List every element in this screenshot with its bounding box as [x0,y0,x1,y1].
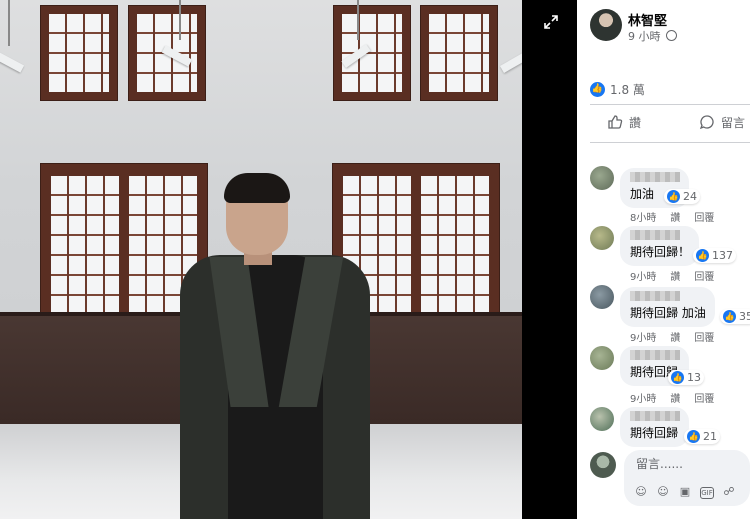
photo-viewer [0,0,577,519]
comment-bubble: 期待回歸 加油 [620,287,715,327]
photo-lamp-wire [8,0,10,46]
comment-time[interactable]: 9小時 [630,390,656,405]
comment-like-count: 137 [712,249,733,262]
comment-item: 期待回歸 加油 👍 35 9小時 讚 回覆 [590,285,750,345]
like-thumb-icon: 👍 [590,81,605,97]
comment-time[interactable]: 9小時 [630,329,656,344]
photo-window [41,6,117,100]
comment-actions: 8小時 讚 回覆 [630,209,714,224]
comment-like-count: 24 [683,190,697,203]
reaction-summary[interactable]: 👍 1.8 萬 [590,80,645,98]
comment-item: 期待回歸！ 👍 137 9小時 讚 回覆 [590,226,750,284]
camera-icon[interactable]: ▣ [678,485,692,499]
comment-likes[interactable]: 👍 13 [668,370,704,385]
commenter-name-blurred[interactable] [630,291,680,301]
comment-reply-link[interactable]: 回覆 [694,209,714,224]
commenter-name-blurred[interactable] [630,230,680,240]
comment-reply-link[interactable]: 回覆 [694,329,714,344]
more-sticker-icon[interactable]: ☍ [722,485,736,499]
commenter-avatar[interactable] [590,226,614,250]
sticker-icon[interactable]: ☺ [634,485,648,499]
comment-item: 加油 👍 24 8小時 讚 回覆 [590,166,750,226]
comment-likes[interactable]: 👍 35 [720,309,750,324]
photo-lamp-wire [357,0,359,40]
comment-bubble: 期待回歸！ [620,226,700,266]
photo-window [421,6,497,100]
comment-like-link[interactable]: 讚 [670,390,680,405]
comment-actions: 9小時 讚 回覆 [630,329,714,344]
like-thumb-icon: 👍 [696,249,709,262]
emoji-icon[interactable]: ☺ [656,485,670,499]
comment-text: 加油 [630,187,655,201]
like-thumb-icon: 👍 [671,371,684,384]
gif-icon[interactable]: GIF [700,487,714,499]
post-photo[interactable] [0,0,522,519]
comment-time[interactable]: 8小時 [630,209,656,224]
comment-input-box[interactable]: ☺ ☺ ▣ GIF ☍ [624,450,750,506]
author-name[interactable]: 林智堅 [628,10,667,29]
like-thumb-icon: 👍 [667,190,680,203]
comment-text: 期待回歸！ [630,245,691,259]
post-meta: 9 小時 [628,28,677,44]
globe-icon [666,30,677,41]
comment-bubble-icon [699,115,714,130]
comment-likes[interactable]: 👍 24 [664,189,700,204]
commenter-avatar[interactable] [590,407,614,431]
like-thumb-icon: 👍 [723,310,736,323]
comment-likes[interactable]: 👍 137 [693,248,736,263]
commenter-name-blurred[interactable] [630,172,680,182]
comment-like-link[interactable]: 讚 [670,209,680,224]
commenter-avatar[interactable] [590,285,614,309]
photo-coat [180,255,370,519]
post-side-panel: 林智堅 9 小時 👍 1.8 萬 讚 留言 加油 👍 24 8小時 讚 回覆 期… [577,0,750,519]
divider [590,104,750,105]
photo-lamp-wire [179,0,181,40]
like-button[interactable]: 讚 [607,112,641,132]
comment-input[interactable] [634,456,748,472]
commenter-avatar[interactable] [590,166,614,190]
expand-arrows-icon[interactable] [541,14,561,34]
commenter-name-blurred[interactable] [630,411,680,421]
like-button-label: 讚 [629,115,642,130]
divider [590,142,750,143]
commenter-name-blurred[interactable] [630,350,680,360]
post-time[interactable]: 9 小時 [628,30,661,43]
comment-like-count: 21 [703,430,717,443]
author-avatar[interactable] [590,9,622,41]
commenter-avatar[interactable] [590,346,614,370]
comment-item: 期待回歸 👍 21 [590,407,750,447]
comment-actions: 9小時 讚 回覆 [630,390,714,405]
photo-person [180,173,370,519]
comment-like-link[interactable]: 讚 [670,329,680,344]
comment-bubble: 期待回歸 [620,407,689,447]
like-thumb-icon: 👍 [687,430,700,443]
expand-arrows-icon-graphic [544,15,558,29]
comment-reply-link[interactable]: 回覆 [694,390,714,405]
thumbs-up-icon [608,115,623,129]
comment-like-count: 35 [739,310,750,323]
comment-button[interactable]: 留言 [699,112,745,132]
comment-text: 期待回歸 [630,426,679,440]
photo-hair [224,173,290,203]
photo-window [334,6,410,100]
comment-like-link[interactable]: 讚 [670,268,680,283]
comment-actions: 9小時 讚 回覆 [630,268,714,283]
reaction-count: 1.8 萬 [610,82,645,97]
current-user-avatar[interactable] [590,452,616,478]
comment-likes[interactable]: 👍 21 [684,429,720,444]
comment-button-label: 留言 [721,115,746,130]
comment-item: 期待回歸 👍 13 9小時 讚 回覆 [590,346,750,406]
comment-text: 期待回歸 加油 [630,306,706,320]
comment-time[interactable]: 9小時 [630,268,656,283]
comment-reply-link[interactable]: 回覆 [694,268,714,283]
comment-like-count: 13 [687,371,701,384]
